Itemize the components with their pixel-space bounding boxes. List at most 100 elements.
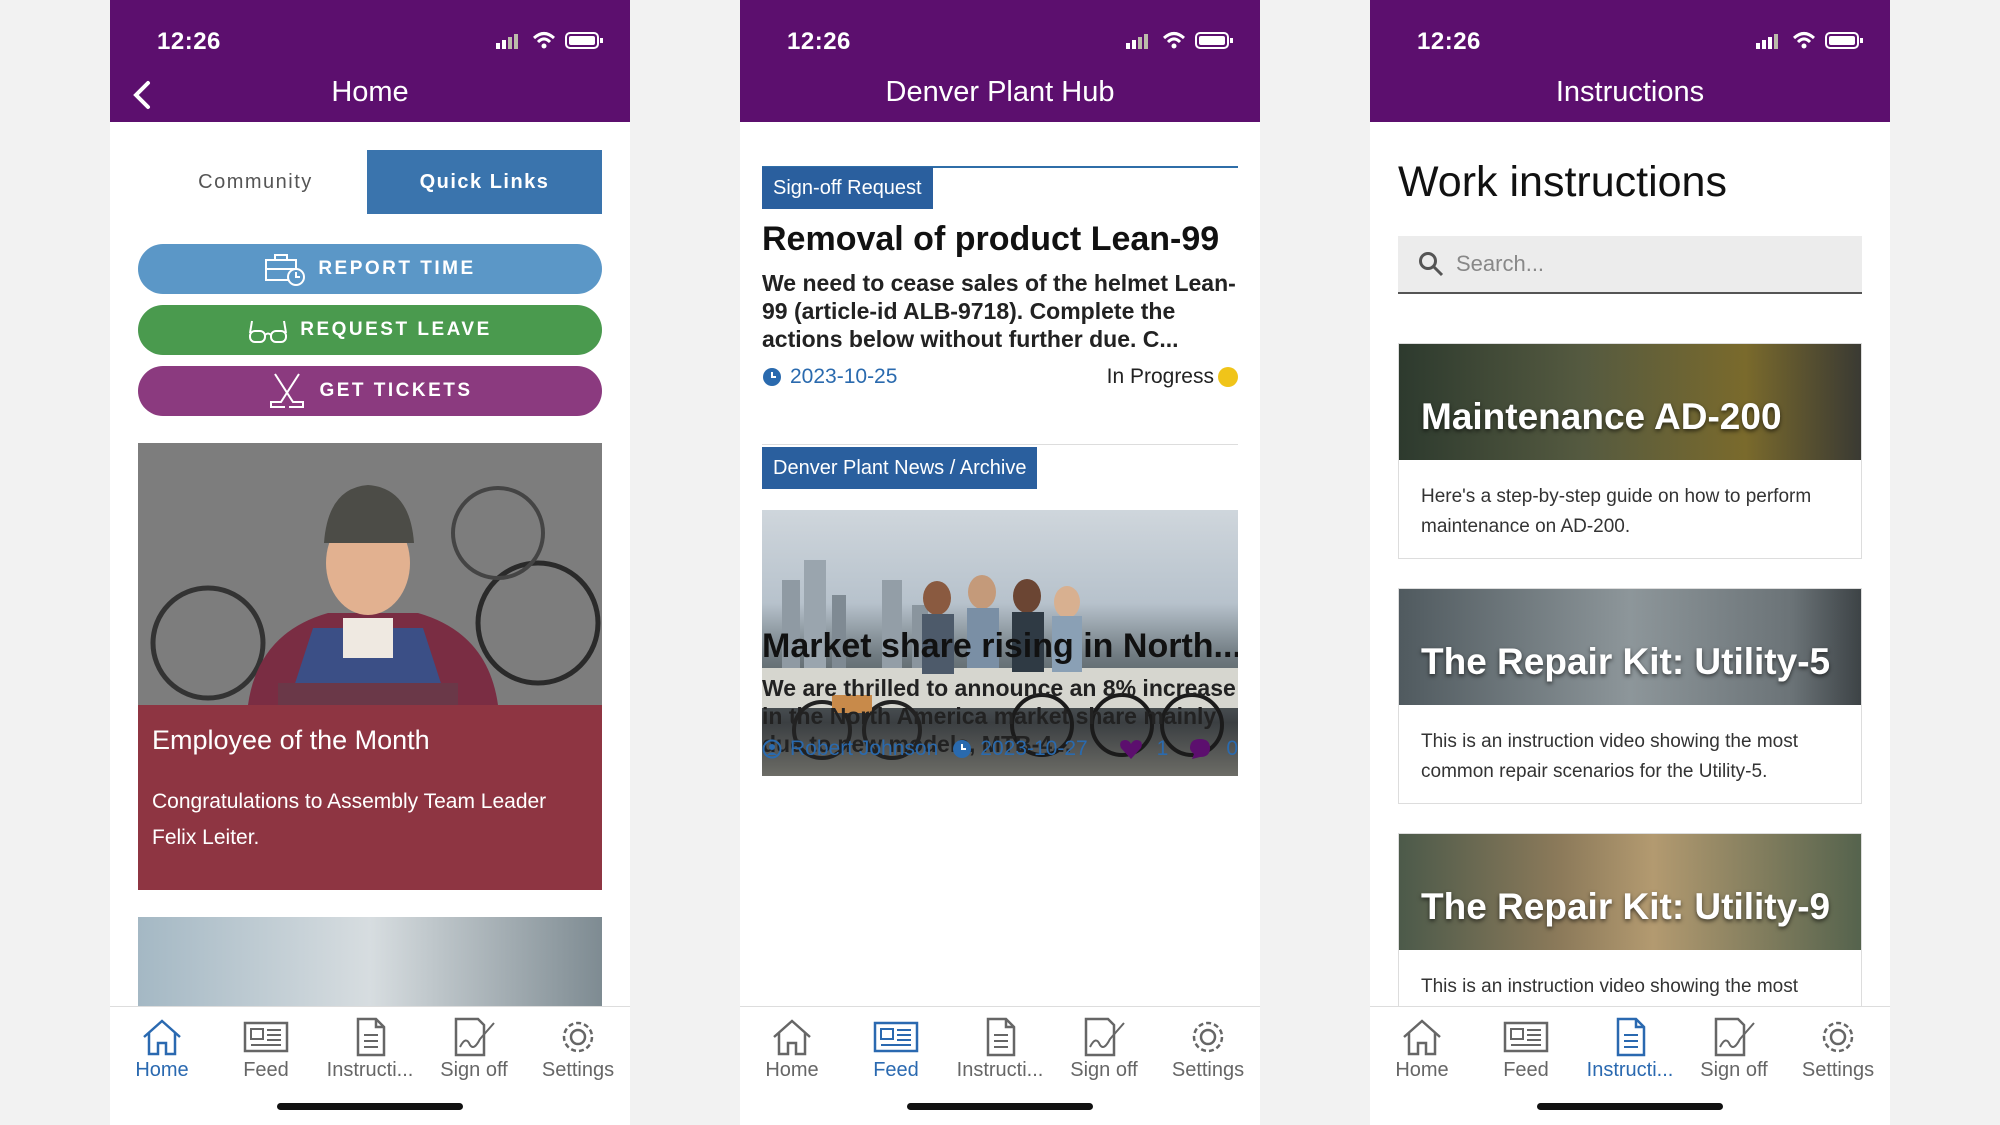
article-date: 2023-10-25	[790, 365, 898, 388]
employee-card-text: Employee of the Month Congratulations to…	[138, 705, 602, 890]
instruction-desc: Here's a step-by-step guide on how to pe…	[1421, 486, 1812, 537]
tab-quick-links[interactable]: Quick Links	[367, 150, 602, 214]
heart-icon[interactable]	[1119, 738, 1143, 760]
likes-count: 1	[1156, 737, 1169, 760]
tab-signoff-label: Sign off	[440, 1059, 508, 1081]
article-heading[interactable]: Removal of product Lean-99	[762, 220, 1238, 259]
tab-settings[interactable]: Settings	[1156, 1009, 1260, 1082]
search-input[interactable]: Search...	[1398, 236, 1862, 294]
tab-instructions[interactable]: Instructi...	[1578, 1009, 1682, 1082]
tab-signoff[interactable]: Sign off	[1682, 1009, 1786, 1082]
phone-home: 12:26 Home Community Quick Links REPORT …	[110, 0, 630, 1125]
status-icons	[496, 32, 603, 49]
comment-icon[interactable]	[1188, 737, 1212, 761]
hockey-sticks-icon	[270, 373, 305, 408]
clock-icon	[763, 368, 781, 386]
tab-instructions-label: Instructi...	[956, 1059, 1044, 1081]
tab-signoff[interactable]: Sign off	[1052, 1009, 1156, 1082]
instruction-card[interactable]: The Repair Kit: Utility-5 This is an ins…	[1398, 588, 1862, 804]
nav-bar: 12:26 Denver Plant Hub	[740, 0, 1260, 122]
tab-home[interactable]: Home	[110, 1009, 214, 1082]
card-image: The Repair Kit: Utility-5	[1399, 589, 1861, 705]
tab-community[interactable]: Community	[138, 150, 373, 214]
tab-feed-label: Feed	[873, 1059, 919, 1081]
instruction-title: The Repair Kit: Utility-9	[1421, 886, 1831, 927]
tab-signoff[interactable]: Sign off	[422, 1009, 526, 1082]
tab-home[interactable]: Home	[740, 1009, 844, 1082]
status-text: In Progress	[1106, 365, 1214, 388]
tab-feed[interactable]: Feed	[1474, 1009, 1578, 1082]
nav-bar: 12:26 Instructions	[1370, 0, 1890, 122]
gear-icon	[1822, 1021, 1854, 1053]
status-time: 12:26	[787, 28, 851, 55]
tab-settings-label: Settings	[541, 1059, 615, 1081]
status-dot	[1218, 367, 1238, 387]
employee-photo	[138, 443, 602, 705]
tab-home-label: Home	[135, 1059, 189, 1081]
phone-feed: 12:26 Denver Plant Hub Sign-off Request …	[740, 0, 1260, 1125]
article-meta: Robert Johnson 2023-10-27 1 0	[762, 734, 1238, 764]
signature-icon	[1084, 1017, 1125, 1057]
tab-settings-label: Settings	[1801, 1059, 1875, 1081]
document-icon	[1616, 1017, 1646, 1057]
tab-signoff-label: Sign off	[1070, 1059, 1138, 1081]
article-date: 2023-10-27	[980, 737, 1088, 760]
get-tickets-label: GET TICKETS	[319, 380, 473, 401]
status-icons	[1126, 32, 1233, 49]
tab-feed[interactable]: Feed	[844, 1009, 948, 1082]
article-heading[interactable]: Market share rising in North...	[762, 627, 1238, 666]
comments-count: 0	[1226, 737, 1238, 760]
tab-feed[interactable]: Feed	[214, 1009, 318, 1082]
tab-instructions[interactable]: Instructi...	[948, 1009, 1052, 1082]
article-tag[interactable]: Denver Plant News / Archive	[762, 447, 1038, 489]
gear-icon	[562, 1021, 594, 1053]
newspaper-icon	[873, 1021, 919, 1053]
second-card-image[interactable]	[138, 917, 602, 1006]
page-title: Home	[331, 76, 409, 108]
home-indicator	[277, 1103, 463, 1110]
article-body: We need to cease sales of the helmet Lea…	[762, 270, 1236, 352]
tab-home[interactable]: Home	[1370, 1009, 1474, 1082]
house-icon	[773, 1019, 811, 1056]
card-image: The Repair Kit: Utility-9	[1399, 834, 1861, 950]
instruction-card[interactable]: Maintenance AD-200 Here's a step-by-step…	[1398, 343, 1862, 559]
tab-settings[interactable]: Settings	[1786, 1009, 1890, 1082]
tab-instructions[interactable]: Instructi...	[318, 1009, 422, 1082]
article-meta: 2023-10-25 In Progress	[762, 362, 1238, 392]
tab-instructions-label: Instructi...	[326, 1059, 414, 1081]
home-content: Community Quick Links REPORT TIME REQUES…	[110, 122, 630, 1006]
card-image: Maintenance AD-200	[1399, 344, 1861, 460]
instruction-card[interactable]: The Repair Kit: Utility-9 This is an ins…	[1398, 833, 1862, 1006]
clock-icon	[953, 740, 972, 758]
article-author: Robert Johnson	[790, 737, 939, 760]
house-icon	[143, 1019, 181, 1056]
section-divider	[762, 444, 1238, 445]
employee-card-body: Congratulations to Assembly Team Leader …	[152, 790, 547, 849]
status-icons	[1756, 32, 1863, 49]
gear-icon	[1192, 1021, 1224, 1053]
instruction-title: Maintenance AD-200	[1421, 396, 1782, 437]
section-heading: Work instructions	[1398, 158, 1727, 206]
instruction-desc: This is an instruction video showing the…	[1421, 731, 1799, 782]
instruction-desc: This is an instruction video showing the…	[1421, 976, 1799, 997]
search-icon	[1419, 252, 1444, 277]
tab-feed-label: Feed	[243, 1059, 289, 1081]
request-leave-label: REQUEST LEAVE	[300, 319, 492, 340]
sunglasses-icon	[249, 320, 288, 343]
newspaper-icon	[243, 1021, 289, 1053]
status-time: 12:26	[157, 28, 221, 55]
report-time-label: REPORT TIME	[318, 258, 476, 279]
article-tag[interactable]: Sign-off Request	[762, 167, 933, 209]
home-indicator	[1537, 1103, 1723, 1110]
report-time-button[interactable]: REPORT TIME	[138, 244, 602, 294]
feed-content: Sign-off Request Removal of product Lean…	[740, 122, 1260, 1006]
employee-card-title: Employee of the Month	[152, 725, 430, 755]
tab-signoff-label: Sign off	[1700, 1059, 1768, 1081]
nav-bar: 12:26 Home	[110, 0, 630, 122]
request-leave-button[interactable]: REQUEST LEAVE	[138, 305, 602, 355]
tab-settings[interactable]: Settings	[526, 1009, 630, 1082]
get-tickets-button[interactable]: GET TICKETS	[138, 366, 602, 416]
page-title: Denver Plant Hub	[885, 76, 1115, 108]
tab-instructions-label: Instructi...	[1586, 1059, 1674, 1081]
employee-card[interactable]: Employee of the Month Congratulations to…	[138, 443, 602, 890]
